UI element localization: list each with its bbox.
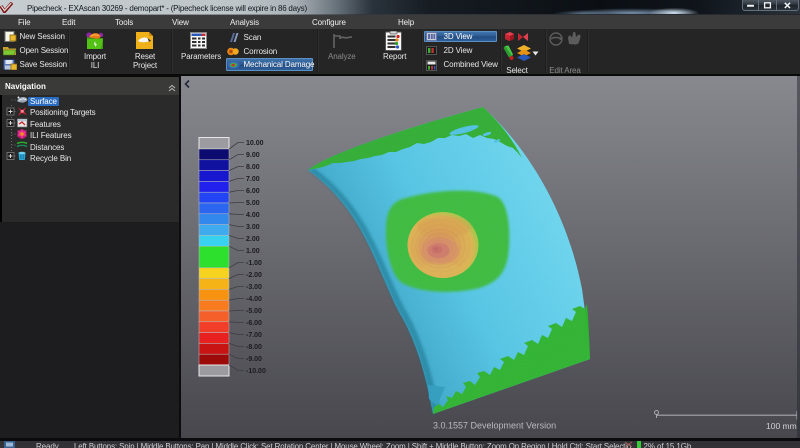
svg-text:-3.00: -3.00 bbox=[246, 284, 262, 291]
svg-text:1.00: 1.00 bbox=[246, 248, 260, 255]
svg-text:-7.00: -7.00 bbox=[246, 332, 262, 339]
svg-text:100 mm: 100 mm bbox=[766, 421, 797, 431]
svg-text:-8.00: -8.00 bbox=[246, 344, 262, 351]
svg-text:9.00: 9.00 bbox=[246, 152, 260, 159]
svg-text:6.00: 6.00 bbox=[246, 188, 260, 195]
svg-text:-9.00: -9.00 bbox=[246, 356, 262, 363]
svg-text:4.00: 4.00 bbox=[246, 212, 260, 219]
svg-text:-10.00: -10.00 bbox=[246, 368, 266, 375]
svg-text:-4.00: -4.00 bbox=[246, 296, 262, 303]
svg-text:3.00: 3.00 bbox=[246, 224, 260, 231]
svg-text:-6.00: -6.00 bbox=[246, 320, 262, 327]
svg-text:7.00: 7.00 bbox=[246, 176, 260, 183]
svg-text:5.00: 5.00 bbox=[246, 200, 260, 207]
svg-text:-1.00: -1.00 bbox=[246, 260, 262, 267]
svg-text:2.00: 2.00 bbox=[246, 236, 260, 243]
svg-text:8.00: 8.00 bbox=[246, 164, 260, 171]
svg-text:10.00: 10.00 bbox=[246, 140, 264, 147]
svg-text:-5.00: -5.00 bbox=[246, 308, 262, 315]
svg-text:3.0.1557 Development Version: 3.0.1557 Development Version bbox=[433, 421, 556, 431]
svg-text:-2.00: -2.00 bbox=[246, 272, 262, 279]
